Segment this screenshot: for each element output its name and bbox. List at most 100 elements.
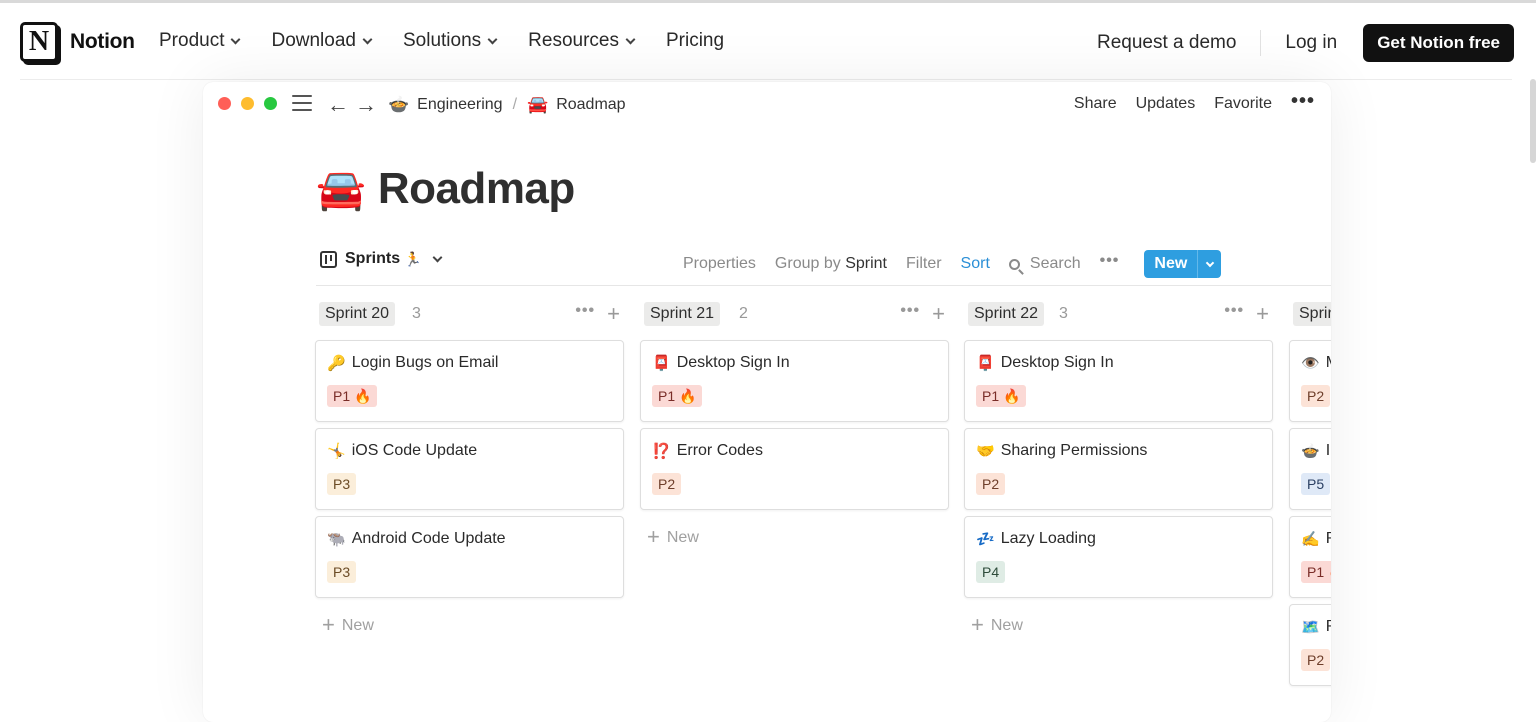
board-card[interactable]: 🤸 iOS Code Update P3: [315, 428, 624, 510]
sort-button[interactable]: Sort: [961, 255, 990, 273]
priority-tag: P1 🔥: [1301, 561, 1331, 583]
board-card[interactable]: 🐃 Android Code Update P3: [315, 516, 624, 598]
nav-resources-label: Resources: [528, 30, 619, 51]
board-column: Sprint 20 3 ••• + 🔑 Login Bugs on Email P1 🔥 🤸 i…: [315, 301, 624, 637]
more-options-icon[interactable]: •••: [1291, 90, 1315, 113]
add-new-card-button[interactable]: + New: [971, 612, 1023, 638]
nav-product[interactable]: Product: [159, 30, 241, 52]
card-emoji-icon: 🔑: [327, 355, 346, 372]
chevron-down-icon: [362, 34, 373, 44]
view-selector[interactable]: Sprints 🏃: [320, 250, 443, 268]
breadcrumb-roadmap[interactable]: Roadmap: [556, 96, 625, 114]
nav-resources[interactable]: Resources: [528, 30, 636, 52]
card-emoji-icon: ⁉️: [652, 443, 671, 460]
brand[interactable]: N Notion: [20, 22, 135, 62]
request-demo-link[interactable]: Request a demo: [1097, 32, 1236, 54]
priority-tag: P5: [1301, 473, 1331, 495]
login-link[interactable]: Log in: [1285, 32, 1337, 54]
get-notion-free-button[interactable]: Get Notion free: [1363, 24, 1514, 62]
nav-right: Request a demo Log in Get Notion free: [1097, 24, 1514, 62]
search-button[interactable]: Search: [1008, 255, 1081, 273]
new-dropdown-button[interactable]: [1197, 250, 1222, 278]
add-new-label: New: [666, 529, 699, 546]
app-window: ← → 🍲 Engineering / 🚘 Roadmap Share Upda…: [203, 82, 1331, 722]
board-card[interactable]: 🔑 Login Bugs on Email P1 🔥: [315, 340, 624, 422]
board-card[interactable]: 🗺️ R P2: [1289, 604, 1331, 686]
board-card[interactable]: 👁️ M P2: [1289, 340, 1331, 422]
priority-tag: P1 🔥: [652, 385, 703, 407]
card-title-text: iOS Code Update: [351, 442, 478, 459]
card-title: 🤝 Sharing Permissions: [976, 442, 1147, 460]
maximize-window-icon[interactable]: [264, 97, 277, 110]
column-name[interactable]: Sprint 20: [319, 302, 396, 326]
board-card[interactable]: 💤 Lazy Loading P4: [964, 516, 1273, 598]
menu-icon[interactable]: [292, 95, 312, 113]
column-name[interactable]: Sprint 21: [644, 302, 721, 326]
column-name[interactable]: Sprint 22: [968, 302, 1045, 326]
toolbar-more-icon[interactable]: •••: [1100, 252, 1120, 270]
add-new-card-button[interactable]: + New: [647, 524, 699, 550]
board-column: Sprin👁️MP2🍲IP5✍️RP1 🔥🗺️RP2: [1289, 302, 1331, 686]
board-card[interactable]: 🍲 I P5: [1289, 428, 1331, 510]
add-new-label: New: [341, 617, 374, 634]
column-more-icon[interactable]: •••: [1224, 302, 1244, 320]
column-header: Sprint 22 3 ••• +: [964, 301, 1273, 327]
card-title-text: Desktop Sign In: [676, 354, 790, 371]
card-emoji-icon: 💤: [976, 531, 995, 548]
card-emoji-icon: 🍲: [1301, 443, 1320, 460]
chevron-down-icon: [1205, 258, 1215, 267]
chevron-down-icon: [432, 252, 443, 262]
site-navbar: N Notion Product Download Solutions Reso…: [0, 3, 1536, 79]
new-button-label[interactable]: New: [1144, 250, 1198, 278]
card-emoji-icon: 👁️: [1301, 355, 1320, 372]
nav-solutions-label: Solutions: [402, 30, 482, 51]
column-add-icon[interactable]: +: [932, 301, 945, 327]
column-count: 3: [412, 305, 421, 322]
car-emoji-icon: 🚘: [316, 167, 366, 212]
column-more-icon[interactable]: •••: [900, 302, 920, 320]
properties-button[interactable]: Properties: [683, 255, 756, 273]
chevron-down-icon: [231, 34, 241, 44]
column-add-icon[interactable]: +: [1256, 301, 1269, 327]
board-card[interactable]: ✍️ R P1 🔥: [1289, 516, 1331, 598]
board-card[interactable]: ⁉️ Error Codes P2: [640, 428, 949, 510]
column-add-icon[interactable]: +: [607, 301, 620, 327]
column-count: 2: [739, 305, 748, 322]
card-title: ✍️ R: [1301, 530, 1331, 548]
board-card[interactable]: 📮 Desktop Sign In P1 🔥: [640, 340, 949, 422]
column-actions: ••• +: [900, 301, 945, 327]
column-more-icon[interactable]: •••: [575, 302, 595, 320]
new-button[interactable]: New: [1144, 250, 1222, 278]
forward-arrow-icon[interactable]: →: [355, 92, 377, 118]
page-scrollbar[interactable]: [1530, 79, 1536, 163]
add-new-card-button[interactable]: + New: [322, 612, 374, 638]
minimize-window-icon[interactable]: [241, 97, 254, 110]
group-by-button[interactable]: Group by Sprint: [775, 255, 887, 273]
back-arrow-icon[interactable]: ←: [327, 92, 349, 118]
card-emoji-icon: 📮: [652, 355, 671, 372]
favorite-button[interactable]: Favorite: [1214, 95, 1272, 113]
board-card[interactable]: 📮 Desktop Sign In P1 🔥: [964, 340, 1273, 422]
card-title: 📮 Desktop Sign In: [976, 354, 1114, 372]
nav-download[interactable]: Download: [271, 30, 373, 52]
card-title: 🍲 I: [1301, 442, 1330, 460]
nav-pricing[interactable]: Pricing: [666, 30, 724, 52]
breadcrumb-engineering[interactable]: Engineering: [417, 96, 502, 114]
nav-solutions[interactable]: Solutions: [402, 30, 498, 52]
close-window-icon[interactable]: [218, 97, 231, 110]
page-title-text[interactable]: Roadmap: [378, 164, 575, 214]
window-titlebar: ← → 🍲 Engineering / 🚘 Roadmap Share Upda…: [203, 82, 1331, 128]
share-button[interactable]: Share: [1074, 95, 1117, 113]
card-title-text: I: [1325, 442, 1331, 459]
card-title: 💤 Lazy Loading: [976, 530, 1096, 548]
database-toolbar: Sprints 🏃 Properties Group by Sprint Fil…: [316, 242, 1331, 286]
card-emoji-icon: 🗺️: [1301, 619, 1320, 636]
card-title-text: R: [1326, 530, 1331, 548]
filter-button[interactable]: Filter: [906, 255, 942, 273]
updates-button[interactable]: Updates: [1136, 95, 1196, 113]
board-card[interactable]: 🤝 Sharing Permissions P2: [964, 428, 1273, 510]
nav-product-label: Product: [159, 30, 225, 51]
priority-tag: P2: [652, 473, 682, 495]
column-name[interactable]: Sprin: [1293, 302, 1331, 326]
card-title-text: R: [1326, 618, 1331, 636]
